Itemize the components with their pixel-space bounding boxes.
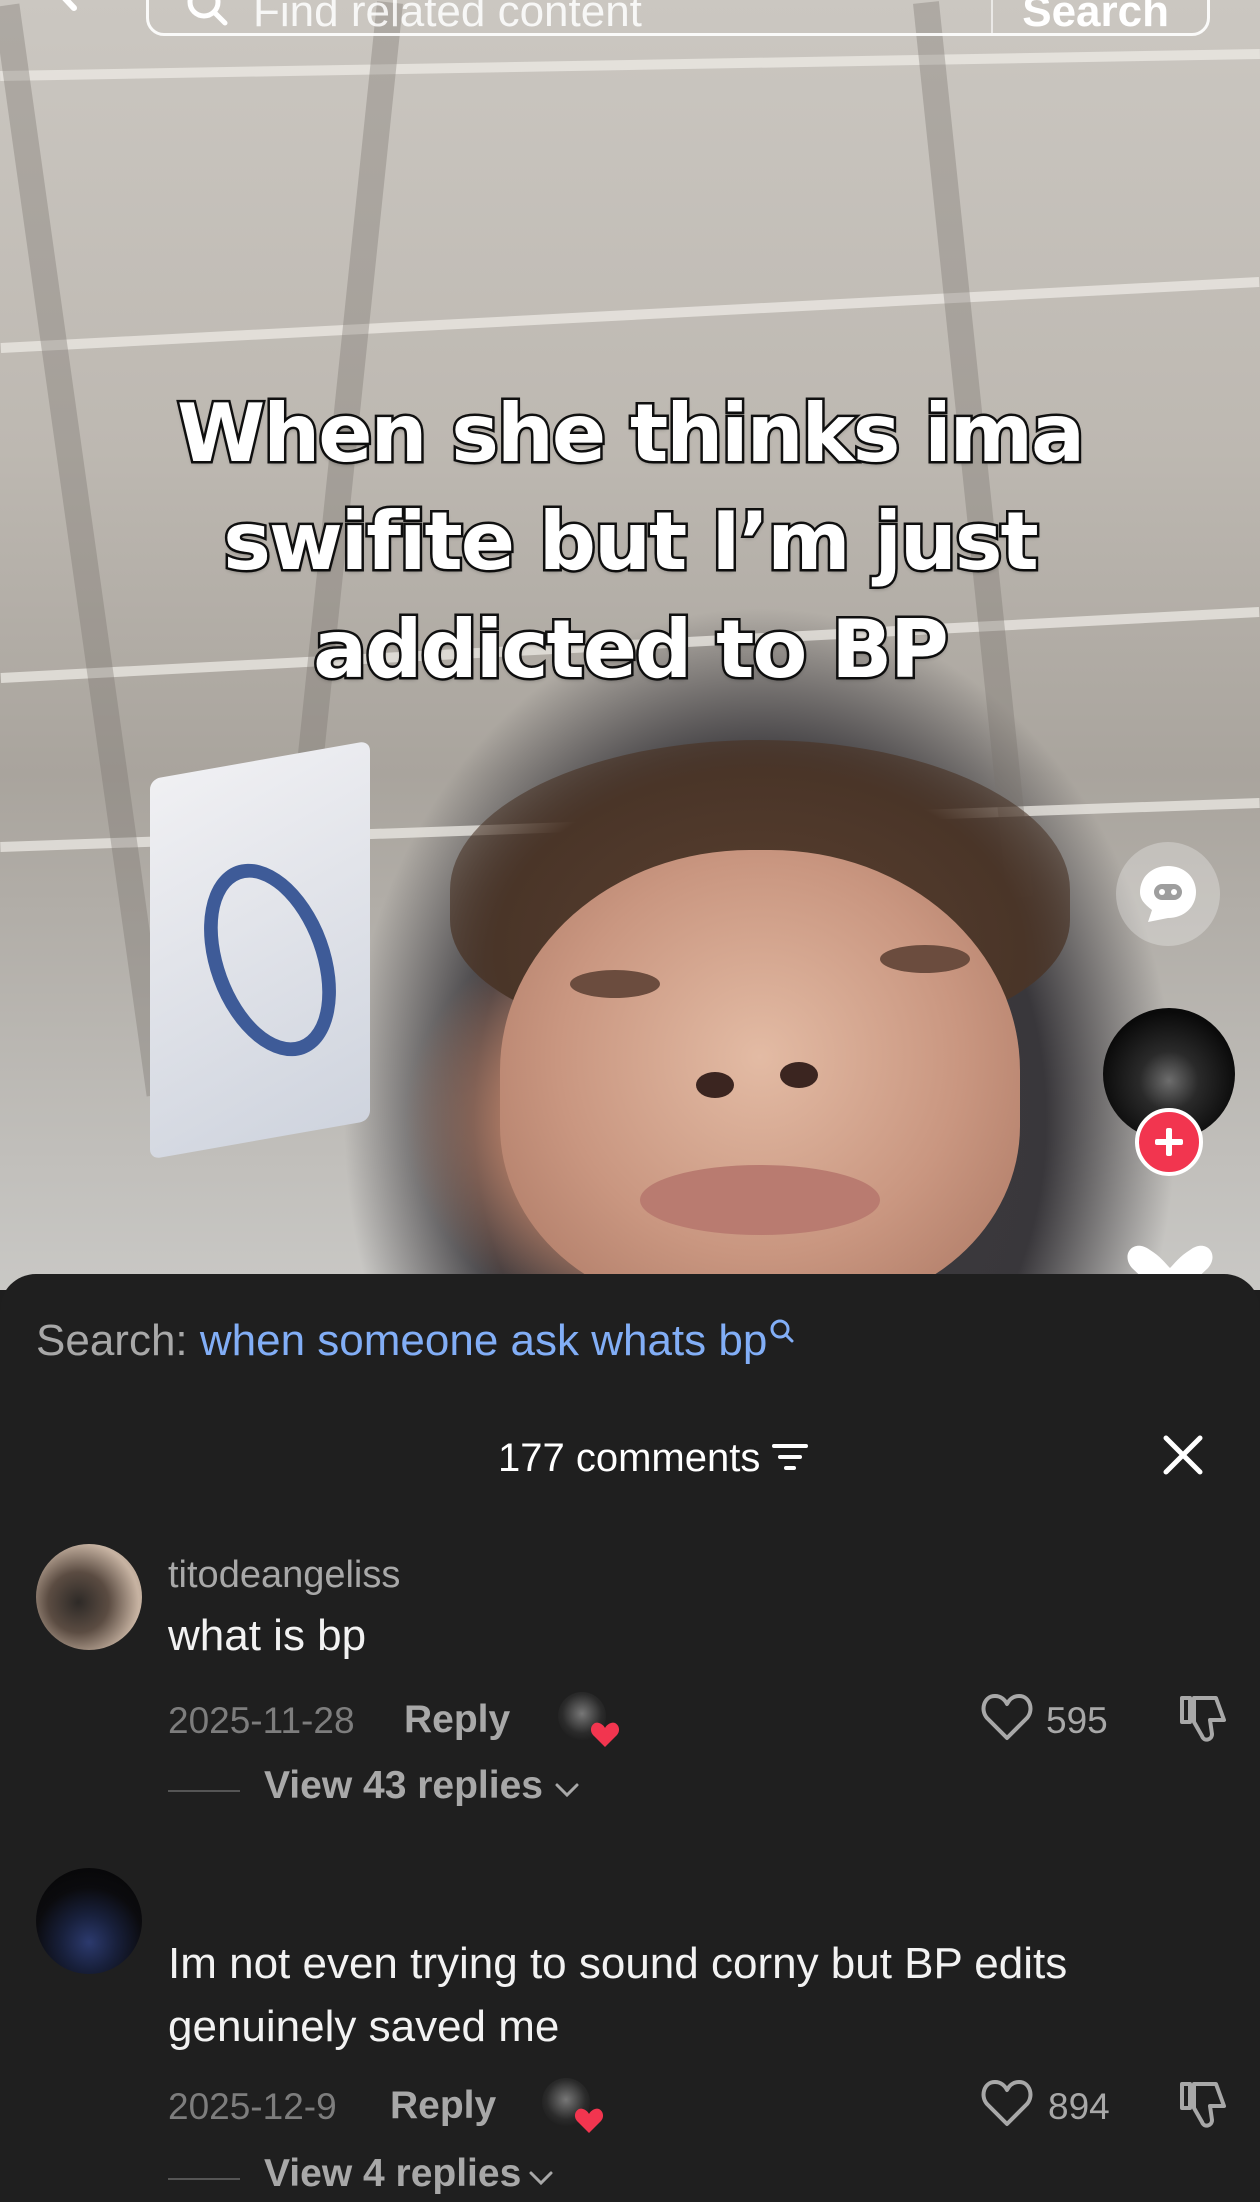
creator-liked-badge	[558, 1692, 620, 1747]
search-divider	[991, 0, 993, 33]
ceiling-rafter	[0, 49, 1260, 81]
comment-date: 2025-12-9	[168, 2086, 337, 2127]
creator-liked-badge	[542, 2078, 604, 2133]
replies-divider	[168, 2178, 240, 2180]
top-search-bar[interactable]: Find related content Search	[146, 0, 1210, 36]
video-caption: When she thinks ima swifite but I’m just…	[175, 385, 1088, 699]
ceiling-rafter	[0, 277, 1260, 353]
ai-chat-button[interactable]	[1116, 842, 1220, 946]
search-icon	[187, 0, 228, 26]
view-replies-label[interactable]: View 43 replies	[264, 1764, 543, 1808]
comment-text: Im not even trying to sound corny but BP…	[168, 1939, 1068, 2051]
comment-count: 177 comments	[498, 1436, 761, 1480]
video-player[interactable]: When she thinks ima swifite but I’m just…	[0, 0, 1260, 1290]
person-nostril	[780, 1062, 818, 1088]
replies-divider	[168, 1790, 240, 1792]
reply-button[interactable]: Reply	[390, 2084, 496, 2128]
search-suggestion-label: Search:	[36, 1316, 188, 1365]
chevron-down-icon	[529, 2171, 553, 2186]
avatar[interactable]	[36, 1868, 142, 1974]
search-input[interactable]: Find related content	[253, 0, 642, 37]
avatar[interactable]	[36, 1544, 142, 1650]
dislike-icon[interactable]	[1176, 2078, 1230, 2132]
like-count: 894	[1048, 2086, 1110, 2127]
like-heart-icon[interactable]	[980, 1692, 1034, 1742]
search-button[interactable]: Search	[1022, 0, 1169, 37]
comments-sheet: Search: when someone ask whats bp 177 co…	[0, 1274, 1260, 2202]
search-suggestion[interactable]: Search: when someone ask whats bp	[36, 1316, 795, 1366]
filter-icon[interactable]	[772, 1442, 808, 1472]
dislike-icon[interactable]	[1176, 1692, 1230, 1746]
close-icon[interactable]	[1160, 1432, 1206, 1478]
heart-icon	[590, 1722, 620, 1747]
like-heart-icon[interactable]	[980, 2078, 1034, 2128]
comment-text: what is bp	[168, 1611, 367, 1660]
comment-date: 2025-11-28	[168, 1700, 355, 1741]
search-suggestion-query[interactable]: when someone ask whats bp	[200, 1316, 767, 1365]
search-icon	[770, 1319, 794, 1343]
reply-button[interactable]: Reply	[404, 1698, 510, 1742]
follow-plus-icon[interactable]	[1135, 1108, 1203, 1176]
chevron-down-icon	[555, 1783, 579, 1798]
comment-meta: 2025-12-9 Reply 894	[168, 2078, 1228, 2134]
back-icon[interactable]	[44, 0, 90, 12]
person-nostril	[696, 1072, 734, 1098]
comment-meta: 2025-11-28 Reply 595	[168, 1692, 1228, 1748]
heart-icon	[574, 2108, 604, 2133]
person-eye	[880, 945, 970, 973]
ai-chat-icon	[1140, 866, 1196, 922]
comments-header: 177 comments	[0, 1432, 1260, 1492]
person-eye	[570, 970, 660, 998]
comment-username[interactable]: titodeangeliss	[168, 1554, 400, 1597]
person-lips	[640, 1165, 880, 1235]
like-count: 595	[1046, 1700, 1108, 1741]
view-replies-label[interactable]: View 4 replies	[264, 2152, 521, 2196]
